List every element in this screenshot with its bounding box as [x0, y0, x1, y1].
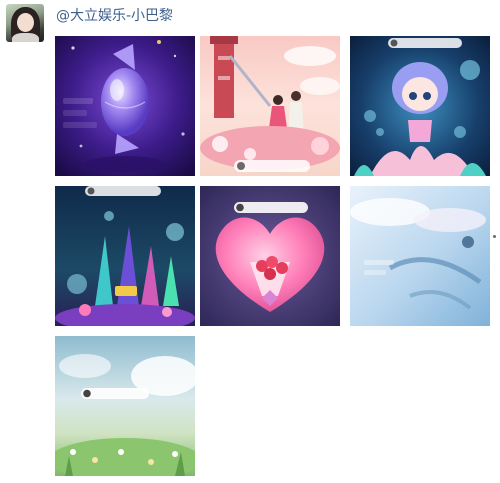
image-thumbnail-candy[interactable]	[55, 36, 195, 176]
avatar-face	[17, 13, 34, 32]
separator-dot	[493, 235, 496, 238]
image-thumbnail-sky[interactable]	[350, 186, 490, 326]
author-name[interactable]: @大立娱乐-小巴黎	[56, 6, 173, 26]
avatar-shirt	[12, 33, 39, 42]
image-thumbnail-couple[interactable]	[200, 36, 340, 176]
image-thumbnail-mermaid[interactable]	[350, 36, 490, 176]
image-thumbnail-meadow[interactable]	[55, 336, 195, 476]
avatar[interactable]	[6, 4, 44, 42]
image-thumbnail-coral[interactable]	[55, 186, 195, 326]
image-thumbnail-heart[interactable]	[200, 186, 340, 326]
feed-post: @大立娱乐-小巴黎	[0, 0, 500, 483]
image-grid	[55, 36, 490, 476]
